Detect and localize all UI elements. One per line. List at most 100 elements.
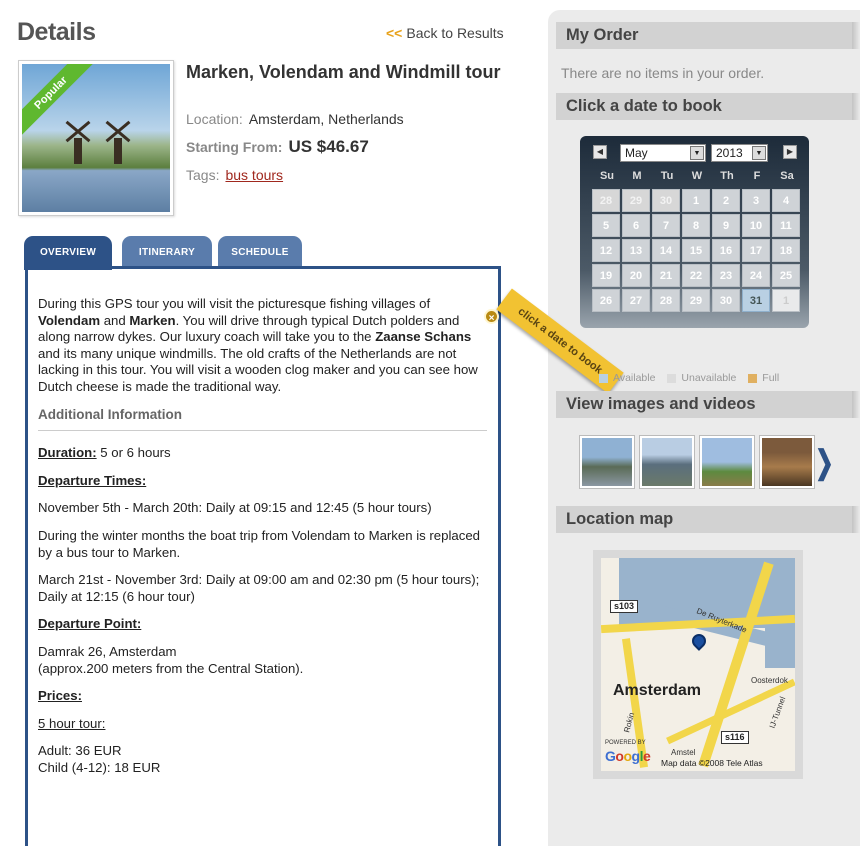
calendar-day: 2 <box>712 189 740 212</box>
tour-title: Marken, Volendam and Windmill tour <box>186 62 501 82</box>
map-pin-icon[interactable] <box>689 631 709 651</box>
media-heading: View images and videos <box>556 391 860 418</box>
five-hour-tour-heading: 5 hour tour: <box>38 715 106 731</box>
calendar-day: 27 <box>622 289 650 312</box>
departure-point: Damrak 26, Amsterdam (approx.200 meters f… <box>38 643 304 676</box>
map-district-label: Amstel <box>671 748 696 757</box>
legend-swatch <box>599 373 608 383</box>
legend-swatch <box>748 373 758 383</box>
calendar-day: 11 <box>772 214 800 237</box>
calendar-day: 9 <box>712 214 740 237</box>
calendar-day: 7 <box>652 214 680 237</box>
duration-value: 5 or 6 hours <box>96 445 171 461</box>
tab-itinerary[interactable]: ITINERARY <box>122 236 212 268</box>
tour-location: Location: Amsterdam, Netherlands <box>186 111 404 127</box>
calendar-day[interactable]: 31 <box>742 289 770 312</box>
calendar-day: 28 <box>592 189 620 212</box>
weekday-label: Tu <box>660 170 674 182</box>
my-order-heading: My Order <box>556 22 860 49</box>
book-date-heading: Click a date to book <box>556 93 860 120</box>
powered-by-label: POWERED BY <box>605 740 646 746</box>
calendar-day: 26 <box>592 289 620 312</box>
calendar-day: 4 <box>772 189 800 212</box>
calendar-day: 5 <box>592 214 620 237</box>
calendar-day: 29 <box>622 189 650 212</box>
calendar-day: 19 <box>592 264 620 287</box>
calendar-day: 30 <box>712 289 740 312</box>
page-title: Details <box>17 18 96 46</box>
calendar-day: 12 <box>592 239 620 262</box>
prev-month-icon[interactable]: ◀ <box>593 145 607 159</box>
map-canvas: s103 s116 De Ruyterkade Oosterdok IJ-Tun… <box>601 558 795 771</box>
media-thumbnail[interactable] <box>639 435 695 489</box>
tour-price: Starting From: US $46.67 <box>186 137 369 157</box>
tab-schedule[interactable]: SCHEDULE <box>218 236 302 268</box>
road-shield: s116 <box>721 731 749 744</box>
legend-item: Full <box>748 372 779 384</box>
order-empty-text: There are no items in your order. <box>561 65 765 81</box>
tour-photo: Popular <box>22 64 170 212</box>
tour-thumbnail[interactable]: Popular <box>18 60 174 216</box>
media-thumbnail[interactable] <box>759 435 815 489</box>
close-icon[interactable]: × <box>484 309 499 324</box>
price-value: US $46.67 <box>288 137 369 156</box>
calendar-day: 18 <box>772 239 800 262</box>
back-to-results-link[interactable]: << Back to Results <box>386 25 504 41</box>
month-select[interactable]: May ▼ <box>620 144 706 162</box>
back-link-label: Back to Results <box>406 25 504 41</box>
media-thumbnail[interactable] <box>579 435 635 489</box>
year-select[interactable]: 2013 ▼ <box>711 144 768 162</box>
location-map[interactable]: s103 s116 De Ruyterkade Oosterdok IJ-Tun… <box>593 550 803 779</box>
duration: Duration: 5 or 6 hours <box>38 445 487 462</box>
departure-times-2: During the winter months the boat trip f… <box>38 527 480 560</box>
prices-heading: Prices: <box>38 688 82 704</box>
media-gallery <box>579 435 815 489</box>
legend-item: Unavailable <box>667 372 736 384</box>
calendar-day: 29 <box>682 289 710 312</box>
calendar-day: 16 <box>712 239 740 262</box>
legend-label: Unavailable <box>681 372 737 384</box>
legend-label: Available <box>613 372 656 384</box>
map-city-label: Amsterdam <box>613 682 702 699</box>
calendar-day: 30 <box>652 189 680 212</box>
calendar-day: 14 <box>652 239 680 262</box>
location-value: Amsterdam, Netherlands <box>248 111 404 127</box>
tab-overview[interactable]: OVERVIEW <box>24 236 112 270</box>
map-attribution: Map data ©2008 Tele Atlas <box>661 758 763 768</box>
additional-info-heading: Additional Information <box>38 407 487 432</box>
map-area-label: Oosterdok <box>751 676 788 685</box>
departure-times-1: November 5th - March 20th: Daily at 09:1… <box>38 500 432 516</box>
calendar-day: 28 <box>652 289 680 312</box>
calendar-day: 21 <box>652 264 680 287</box>
legend-label: Full <box>762 372 780 384</box>
calendar-day: 25 <box>772 264 800 287</box>
location-map-heading: Location map <box>556 506 860 533</box>
calendar-day: 24 <box>742 264 770 287</box>
calendar-day: 8 <box>682 214 710 237</box>
legend-item: Available <box>599 372 655 384</box>
next-month-icon[interactable]: ▶ <box>783 145 797 159</box>
calendar-days: 28 29 30 1 2 3 4 5 6 7 8 9 10 11 12 13 14 15 16 17 18 19 20 21 2… <box>592 189 802 312</box>
map-road-label: IJ-Tunnel <box>767 695 788 730</box>
details-panel: Details << Back to Results Popular Marken… <box>0 0 540 846</box>
departure-point-heading: Departure Point: <box>38 616 142 632</box>
weekday-label: Sa <box>780 170 794 182</box>
tags-label: Tags: <box>186 167 220 183</box>
legend-swatch <box>667 373 677 383</box>
weekday-label: W <box>691 170 703 182</box>
weekday-header: Su M Tu W Th F Sa <box>592 170 802 182</box>
chevron-down-icon: ▼ <box>752 146 766 160</box>
weekday-label: Th <box>720 170 734 182</box>
media-thumbnail[interactable] <box>699 435 755 489</box>
departure-times-heading: Departure Times: <box>38 472 147 488</box>
tag-link-bus-tours[interactable]: bus tours <box>225 167 283 183</box>
price-label: Starting From: <box>186 139 283 155</box>
calendar-day: 15 <box>682 239 710 262</box>
calendar-day: 20 <box>622 264 650 287</box>
calendar-day: 3 <box>742 189 770 212</box>
weekday-label: Su <box>599 170 615 182</box>
back-arrow-icon: << <box>386 25 403 41</box>
chevron-right-icon[interactable]: ❯ <box>815 444 834 480</box>
location-label: Location: <box>186 111 243 127</box>
calendar-day: 13 <box>622 239 650 262</box>
